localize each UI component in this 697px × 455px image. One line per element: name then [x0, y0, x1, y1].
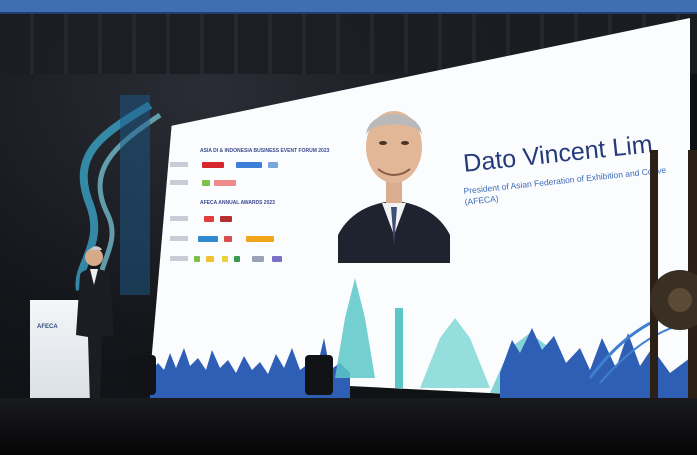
- sponsor-logo: [214, 180, 236, 186]
- stage-spotlight: [128, 355, 156, 395]
- speaker-figure: [76, 246, 114, 405]
- sponsor-row: [170, 216, 290, 223]
- sponsor-row: [170, 236, 300, 243]
- awards-title: AFECA ANNUAL AWARDS 2023: [200, 200, 275, 206]
- sponsor-logo: [206, 256, 214, 262]
- event-stage-photo: ASIA DI & INDONESIA BUSINESS EVENT FORUM…: [0, 0, 697, 455]
- gamelan-gong: [650, 150, 697, 410]
- sponsor-logo: [246, 236, 274, 242]
- sponsor-logo: [198, 236, 218, 242]
- sponsor-logo: [222, 256, 228, 262]
- sponsor-logo: [202, 180, 210, 186]
- speaker-portrait: [338, 111, 450, 263]
- sponsor-logo: [220, 216, 232, 222]
- lectern-logo-text: AFECA: [37, 324, 58, 330]
- sponsor-logo: [272, 256, 282, 262]
- sponsor-logo: [252, 256, 264, 262]
- stage-floor: [0, 398, 697, 455]
- sponsor-row: [170, 180, 290, 187]
- sponsor-logo: [268, 162, 278, 168]
- sponsor-logo: [194, 256, 200, 262]
- window-top-bar: [0, 0, 697, 14]
- city-skyline-graphic: [150, 278, 690, 408]
- sponsor-row: [170, 162, 290, 169]
- sponsor-logo: [236, 162, 262, 168]
- forum-title: ASIA DI & INDONESIA BUSINESS EVENT FORUM…: [200, 148, 330, 154]
- sponsor-logo: [224, 236, 232, 242]
- stage-spotlight: [305, 355, 333, 395]
- sponsor-row: [170, 256, 300, 263]
- sponsor-logo: [234, 256, 240, 262]
- sponsor-logo: [202, 162, 224, 168]
- sponsor-logo: [204, 216, 214, 222]
